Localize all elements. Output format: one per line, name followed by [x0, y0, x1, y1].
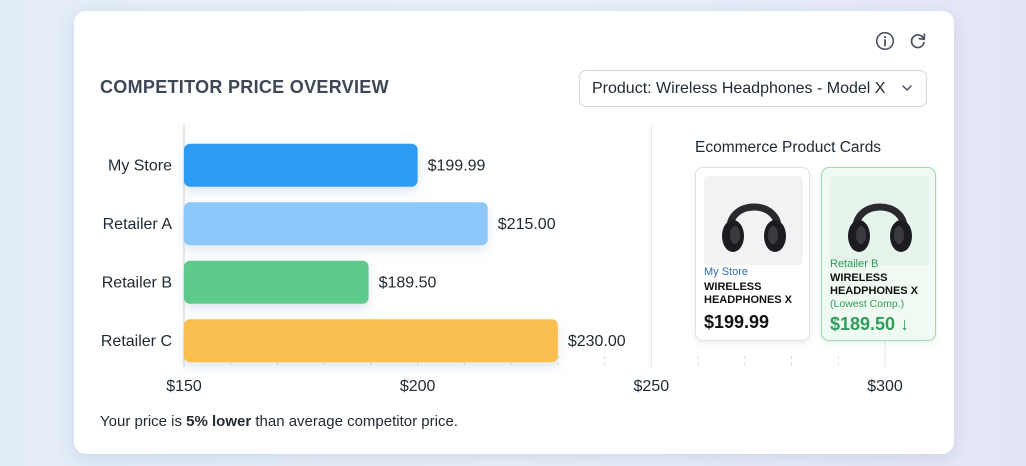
x-tick-label: $250: [634, 378, 670, 395]
product-card-my-store[interactable]: My Store WIRELESS HEADPHONES X $199.99: [695, 167, 810, 341]
card-lowest-note: (Lowest Comp.): [830, 298, 905, 310]
price-overview-card: COMPETITOR PRICE OVERVIEW Product: Wirel…: [74, 11, 954, 454]
category-label: Retailer C: [101, 333, 172, 350]
price-summary: Your price is 5% lower than average comp…: [100, 413, 458, 430]
headphones-image: [830, 176, 929, 265]
card-price: $199.99: [704, 312, 770, 332]
value-label: $199.99: [428, 157, 486, 174]
bar: [184, 260, 369, 304]
headphones-icon: [721, 203, 786, 252]
x-tick-label: $200: [400, 378, 436, 395]
card-product-name-line1: WIRELESS: [704, 281, 762, 293]
summary-suffix: than average competitor price.: [251, 413, 458, 430]
card-product-name-line2: HEADPHONES X: [704, 294, 793, 306]
product-card-retailer-b[interactable]: Retailer B WIRELESS HEADPHONES X (Lowest…: [821, 167, 936, 341]
value-label: $230.00: [568, 333, 626, 350]
x-tick-label: $300: [867, 378, 903, 395]
summary-highlight: 5% lower: [186, 413, 252, 430]
bar: [184, 319, 558, 363]
summary-prefix: Your price is: [100, 413, 187, 430]
category-label: My Store: [108, 157, 172, 174]
category-label: Retailer A: [103, 216, 173, 233]
product-cards-title: Ecommerce Product Cards: [695, 139, 882, 156]
card-product-name-line2: HEADPHONES X: [830, 285, 919, 297]
headphones-icon: [847, 203, 912, 252]
bar: [184, 143, 418, 187]
card-store-name: My Store: [704, 266, 749, 278]
card-price: $189.50 ↓: [830, 314, 910, 334]
value-label: $189.50: [379, 274, 437, 291]
headphones-image: [704, 176, 803, 265]
category-label: Retailer B: [102, 274, 172, 291]
bar: [184, 202, 488, 246]
card-store-name: Retailer B: [830, 258, 879, 270]
value-label: $215.00: [498, 216, 556, 233]
card-product-name-line1: WIRELESS: [830, 272, 888, 284]
x-tick-label: $150: [166, 378, 202, 395]
